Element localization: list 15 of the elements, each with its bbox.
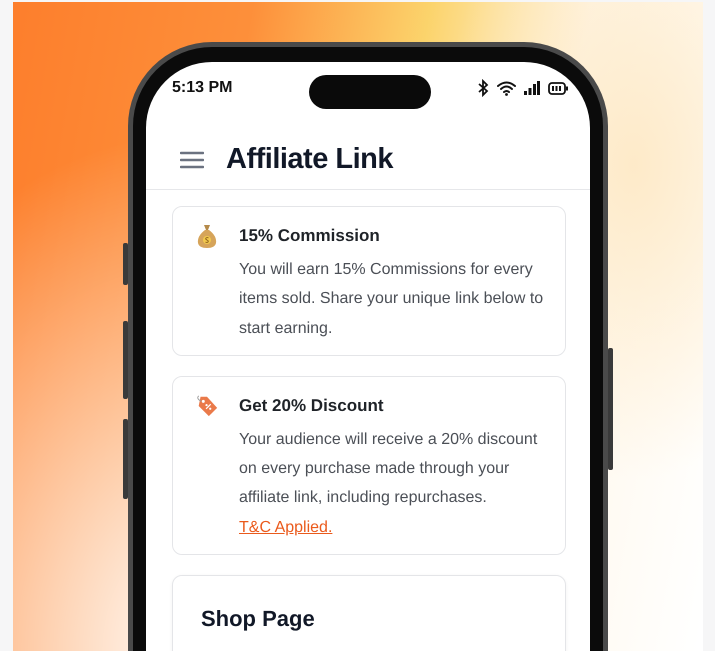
menu-icon[interactable] [180,150,204,168]
bluetooth-icon [477,79,489,97]
money-bag-icon [196,223,218,249]
terms-link[interactable]: T&C Applied. [239,518,332,536]
status-time: 5:13 PM [172,79,234,97]
card-description: You will earn 15% Commissions for every items sold. Share your unique link below to start earning. [239,260,544,339]
card-title: Get 20% Discount [239,396,385,416]
card-description: Your audience will receive a 20% discount on every purchase made through your affiliate link, including repurchases. T&C Applied. [239,430,538,538]
section-title: Shop Page [201,606,315,634]
wifi-icon [497,80,516,96]
price-tag-icon [195,392,219,419]
card-title: 15% Commission [239,226,381,246]
battery-icon [548,82,568,94]
signal-icon [524,81,540,95]
page-title: Affiliate Link [226,143,394,176]
